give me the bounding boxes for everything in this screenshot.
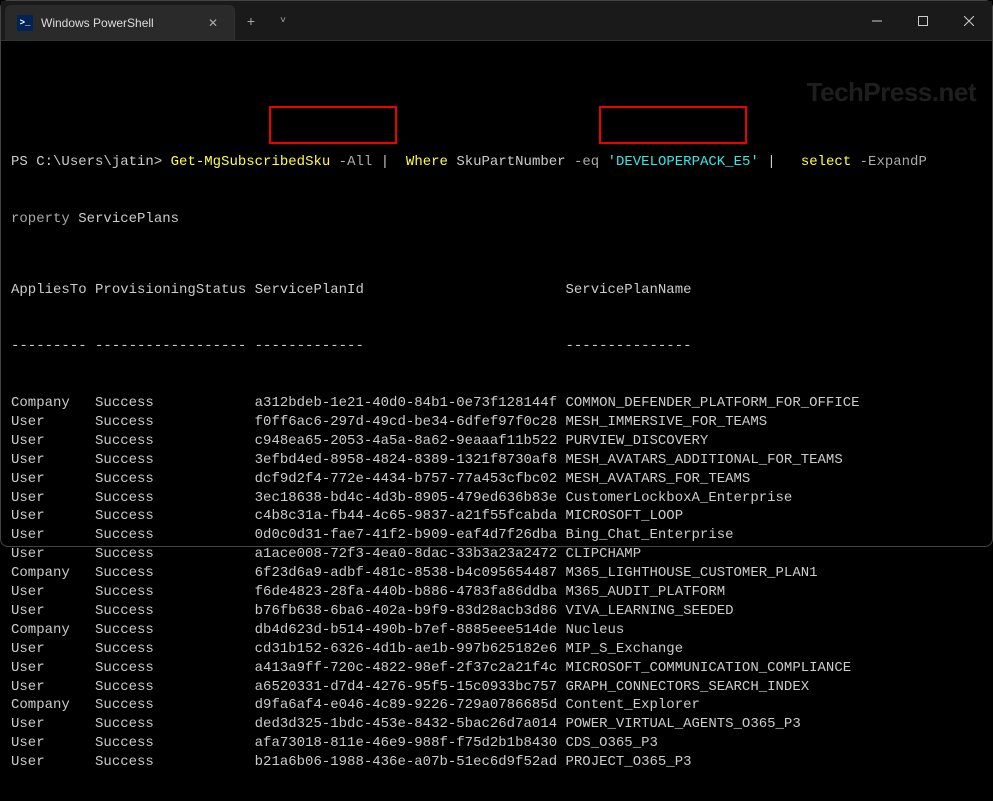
roperty: roperty [11,211,78,227]
terminal-output[interactable]: TechPress.net PS C:\Users\jatin> Get-MgS… [1,41,992,801]
command-line-2: roperty ServicePlans [11,210,982,229]
table-row: Company Success 6f23d6a9-adbf-481c-8538-… [11,564,982,583]
table-row: Company Success d9fa6af4-e046-4c89-9226-… [11,696,982,715]
eq-flag: -eq [566,154,608,170]
serviceplans: ServicePlans [78,211,179,227]
window-controls [854,1,992,40]
select: select [784,154,860,170]
table-row: User Success f6de4823-28fa-440b-b886-478… [11,583,982,602]
tab-close-button[interactable]: ✕ [204,14,222,32]
highlight-serviceplanid [269,106,397,144]
tab-dropdown-button[interactable]: ˅ [267,1,299,40]
table-row: Company Success db4d623d-b514-490b-b7ef-… [11,621,982,640]
ps-prefix: PS [11,154,36,170]
table-row: User Success 3efbd4ed-8958-4824-8389-132… [11,451,982,470]
titlebar: >_ Windows PowerShell ✕ + ˅ [1,1,992,41]
table-row: User Success b76fb638-6ba6-402a-b9f9-83d… [11,602,982,621]
column-dividers: --------- ------------------ -----------… [11,337,982,356]
flag-all: -All [330,154,380,170]
command-line: PS C:\Users\jatin> Get-MgSubscribedSku -… [11,153,982,172]
expand: -ExpandP [860,154,927,170]
pipe2: | [759,154,784,170]
cmdlet: Get-MgSubscribedSku [171,154,331,170]
highlight-serviceplanname [599,106,747,144]
table-row: User Success a413a9ff-720c-4822-98ef-2f3… [11,659,982,678]
tab-powershell[interactable]: >_ Windows PowerShell ✕ [5,5,235,40]
table-row: User Success b21a6b06-1988-436e-a07b-51e… [11,753,982,772]
table-row: User Success a6520331-d7d4-4276-95f5-15c… [11,678,982,697]
table-row: User Success cd31b152-6326-4d1b-ae1b-997… [11,640,982,659]
path: C:\Users\jatin> [36,154,170,170]
titlebar-spacer [299,1,854,40]
tab-title: Windows PowerShell [41,16,196,30]
table-row: User Success ded3d325-1bdc-453e-8432-5ba… [11,715,982,734]
table-row: User Success c4b8c31a-fb44-4c65-9837-a21… [11,507,982,526]
watermark: TechPress.net [807,75,976,110]
table-row: User Success c948ea65-2053-4a5a-8a62-9ea… [11,432,982,451]
table-row: User Success afa73018-811e-46e9-988f-f75… [11,734,982,753]
powershell-icon: >_ [17,15,33,31]
maximize-button[interactable] [900,1,946,41]
minimize-button[interactable] [854,1,900,41]
column-headers: AppliesTo ProvisioningStatus ServicePlan… [11,281,982,300]
table-row: User Success 3ec18638-bd4c-4d3b-8905-479… [11,489,982,508]
new-tab-button[interactable]: + [235,1,267,40]
table-row: User Success 0d0c0d31-fae7-41f2-b909-eaf… [11,526,982,545]
val: 'DEVELOPERPACK_E5' [608,154,759,170]
where: Where [389,154,456,170]
table-row: User Success f0ff6ac6-297d-49cd-be34-6df… [11,413,982,432]
sku-part: SkuPartNumber [456,154,565,170]
table-row: User Success dcf9d2f4-772e-4434-b757-77a… [11,470,982,489]
table-row: User Success a1ace008-72f3-4ea0-8dac-33b… [11,545,982,564]
table-row: Company Success a312bdeb-1e21-40d0-84b1-… [11,394,982,413]
pipe: | [381,154,389,170]
close-button[interactable] [946,1,992,41]
table-rows: Company Success a312bdeb-1e21-40d0-84b1-… [11,394,982,772]
